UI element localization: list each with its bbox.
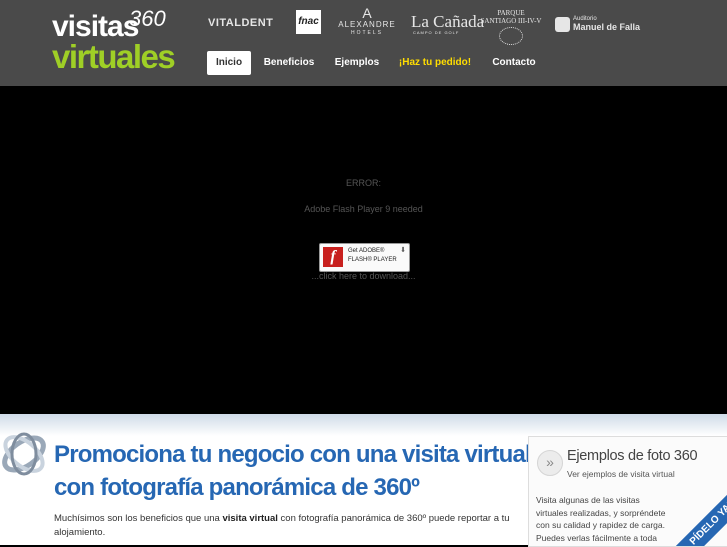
flash-download-link[interactable]: ...click here to download... — [0, 271, 727, 281]
site-logo[interactable]: visitas 360 virtuales — [52, 6, 192, 75]
client-logo-la-canada: La Cañada — [411, 12, 485, 31]
main-content: Promociona tu negocio con una visita vir… — [0, 414, 727, 547]
flash-panorama-area: ERROR: Adobe Flash Player 9 needed f Get… — [0, 86, 727, 414]
client-logo-la-canada-sub: CAMPO DE GOLF — [413, 30, 460, 35]
nav-contacto[interactable]: Contacto — [483, 51, 545, 75]
intro-text-start: Muchísimos son los beneficios que una — [54, 513, 223, 524]
auditorio-icon — [555, 17, 570, 32]
nav-haz-tu-pedido[interactable]: ¡Haz tu pedido! — [395, 51, 475, 75]
examples-sidebar-box[interactable]: » Ejemplos de foto 360 Ver ejemplos de v… — [528, 436, 727, 547]
headline-line-1: Promociona tu negocio con una visita vir… — [54, 441, 532, 468]
alexandre-mark: A — [362, 5, 372, 21]
double-chevron-right-icon[interactable]: » — [537, 450, 563, 476]
download-arrow-icon: ⬇ — [400, 247, 406, 254]
flash-badge-line1: Get ADOBE® — [348, 248, 385, 254]
alexandre-name: ALEXANDRE — [338, 20, 396, 29]
nav-beneficios[interactable]: Beneficios — [257, 51, 321, 75]
auditorio-line2: Manuel de Falla — [573, 22, 641, 32]
order-now-ribbon[interactable]: PÍDELO YA! — [673, 485, 727, 546]
logo-360-mark: 360 — [129, 6, 166, 31]
logo-word-virtuales: virtuales — [52, 38, 176, 75]
sidebar-description: Visita algunas de las visitas virtuales … — [536, 495, 666, 543]
client-logo-alexandre: A ALEXANDRE HOTELS — [338, 6, 396, 36]
client-logo-parque-santiago: PARQUE SANTIAGO III-IV-V — [479, 9, 543, 45]
client-logo-fnac: fnac — [296, 10, 321, 34]
nav-inicio[interactable]: Inicio — [207, 51, 251, 75]
sidebar-subtitle[interactable]: Ver ejemplos de visita virtual — [567, 469, 675, 479]
flash-logo-icon: f — [323, 247, 343, 267]
site-header: visitas 360 virtuales VITALDENT fnac A A… — [0, 0, 727, 86]
get-flash-player-button[interactable]: f Get ADOBE® FLASH® PLAYER ⬇ — [319, 243, 410, 272]
parque-line2: SANTIAGO III-IV-V — [480, 17, 542, 25]
parque-line1: PARQUE — [497, 9, 525, 17]
intro-paragraph: Muchísimos son los beneficios que una vi… — [54, 512, 524, 540]
flash-error-label: ERROR: — [345, 178, 381, 188]
client-logo-vitaldent: VITALDENT — [208, 17, 274, 29]
headline-line-2: con fotografía panorámica de 360º — [54, 474, 420, 501]
content-gradient-band — [0, 414, 727, 436]
nav-ejemplos[interactable]: Ejemplos — [327, 51, 387, 75]
orbit-rings-icon — [2, 432, 46, 476]
page-headline: Promociona tu negocio con una visita vir… — [54, 438, 534, 504]
alexandre-sub: HOTELS — [350, 30, 383, 36]
parque-emblem-icon — [499, 27, 523, 45]
intro-text-bold: visita virtual — [222, 513, 278, 524]
flash-error-message: Adobe Flash Player 9 needed — [304, 204, 423, 214]
sidebar-title[interactable]: Ejemplos de foto 360 — [567, 448, 698, 464]
flash-badge-line2: FLASH® PLAYER — [348, 257, 397, 263]
